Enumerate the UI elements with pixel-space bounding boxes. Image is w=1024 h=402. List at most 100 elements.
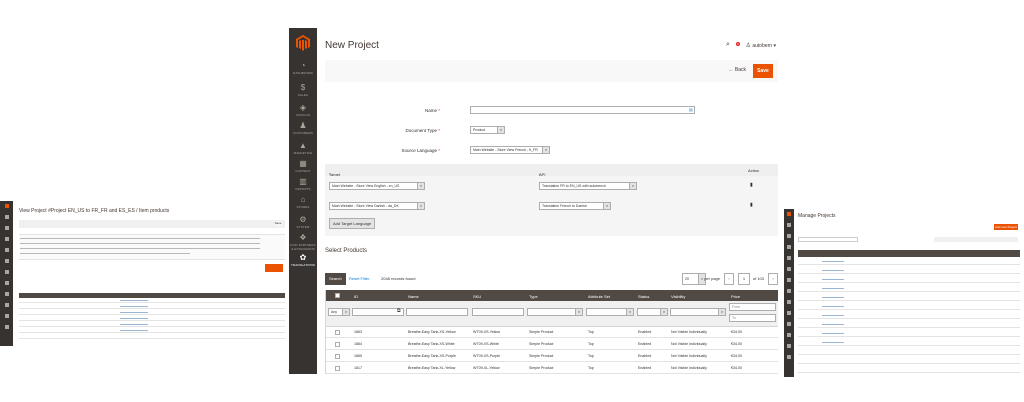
magento-logo-icon[interactable]	[296, 35, 310, 51]
cell-id: 1865	[354, 354, 362, 358]
table-row	[19, 322, 285, 327]
api-template-select[interactable]: Translation FR to EN_US with autobench ▾	[539, 182, 637, 190]
page-count: of 103	[752, 276, 764, 281]
target-language-select[interactable]: Main Website - Store View English - en_U…	[329, 182, 425, 190]
edit-icon[interactable]: ▤	[689, 107, 693, 112]
sidebar-item-sales[interactable]: $ SALES	[289, 84, 317, 98]
puzzle-icon: ❖	[299, 233, 307, 242]
row-checkbox[interactable]	[335, 330, 340, 335]
cell-sku: WT09-XS-White	[473, 342, 499, 346]
row-checkbox[interactable]	[335, 342, 340, 347]
filter-status-select[interactable]: ▾	[637, 308, 668, 316]
back-button[interactable]: ← Back	[728, 67, 746, 73]
table-row[interactable]: 1864 Breathe-Easy Tank-XS-White WT09-XS-…	[326, 339, 778, 350]
column-visibility[interactable]: Visibility	[671, 294, 685, 299]
mini-nav-item	[784, 223, 794, 231]
sidebar-item-marketing[interactable]: ▲ MARKETING	[289, 142, 317, 156]
sidebar-item-translations[interactable]: ✿ TRANSLATIONS	[289, 254, 317, 268]
name-label: Name *	[425, 108, 440, 113]
mini-nav-item	[784, 333, 794, 341]
column-status[interactable]: Status	[638, 294, 649, 299]
row-checkbox[interactable]	[335, 354, 340, 359]
column-attribute-set[interactable]: Attribute Set	[588, 294, 610, 299]
sidebar-item-reports[interactable]: ▥ REPORTS	[289, 178, 317, 192]
left-mini-save-button[interactable]: Save	[274, 221, 282, 226]
filter-name-input[interactable]	[406, 308, 468, 316]
row-checkbox[interactable]	[335, 366, 340, 371]
gear-icon: ⚙	[299, 215, 307, 224]
mini-link-text	[120, 318, 148, 319]
back-label: Back	[734, 67, 746, 73]
cell-name: Breathe-Easy Tank-XS-White	[408, 342, 455, 346]
right-mini-add-button[interactable]: Add new Project	[994, 224, 1018, 230]
page-input[interactable]: 1	[738, 273, 750, 285]
sidebar-item-catalog[interactable]: ◈ CATALOG	[289, 104, 317, 118]
table-row	[19, 334, 285, 339]
name-field[interactable]	[470, 106, 695, 114]
filter-icon[interactable]: ⧉	[397, 308, 401, 314]
filter-price-to[interactable]: To	[729, 314, 776, 322]
filter-price-from[interactable]: From	[729, 303, 776, 311]
filter-type-select[interactable]: ▾	[527, 308, 583, 316]
column-id[interactable]: ID	[354, 294, 358, 299]
search-icon[interactable]: ⌕	[726, 41, 730, 49]
cell-type: Simple Product	[529, 330, 554, 334]
user-name: autobern	[752, 42, 773, 49]
api-template-select[interactable]: Translation French to Danish ▾	[539, 202, 611, 210]
filter-visibility-select[interactable]: ▾	[670, 308, 726, 316]
mini-link-text	[120, 300, 148, 301]
table-row[interactable]: 1865 Breathe-Easy Tank-XS-Purple WT09-XS…	[326, 351, 778, 362]
save-button[interactable]: Save	[753, 64, 773, 78]
api-template-value: Translation FR to EN_US with autobench	[542, 184, 606, 188]
reset-filter-link[interactable]: Reset Filter	[349, 276, 369, 281]
notifications[interactable]: ♪4	[735, 42, 740, 48]
target-language-select[interactable]: Main Website - Store View Danish - da_DK…	[329, 202, 425, 210]
next-page-button[interactable]: ›	[768, 273, 778, 285]
left-mini-action-bar	[19, 220, 285, 228]
left-mini-orange-button[interactable]	[265, 264, 283, 272]
prev-page-button[interactable]: ‹	[724, 273, 734, 285]
mini-link-text	[120, 312, 148, 313]
filter-attribute-set-select[interactable]: ▾	[586, 308, 634, 316]
sidebar-item-system[interactable]: ⚙ SYSTEM	[289, 216, 317, 230]
column-sku[interactable]: SKU	[473, 294, 481, 299]
search-button[interactable]: Search	[325, 273, 346, 285]
price-to-placeholder: To	[732, 316, 736, 320]
per-page-select[interactable]: 20 ▾	[682, 273, 706, 285]
page-title: New Project	[325, 40, 379, 51]
mini-nav-item	[784, 278, 794, 286]
sidebar-item-stores[interactable]: ⌂ STORES	[289, 196, 317, 210]
sidebar-item-content[interactable]: ▦ CONTENT	[289, 160, 317, 174]
mini-link-text	[120, 330, 148, 331]
column-type[interactable]: Type	[529, 294, 538, 299]
source-language-select[interactable]: Main Website - Store View French - fr_FR…	[470, 146, 550, 154]
select-all-checkbox[interactable]	[335, 293, 340, 298]
right-mini-title: Manage Projects	[798, 213, 836, 219]
mini-nav-item	[784, 256, 794, 264]
chevron-down-icon: ▾	[718, 309, 725, 315]
sidebar-item-customers[interactable]: ♟ CUSTOMERS	[289, 122, 317, 136]
mini-link-text	[120, 306, 148, 307]
filter-sku-input[interactable]	[472, 308, 524, 316]
sidebar-item-dashboard[interactable]: ◔ DASHBOARD	[289, 62, 317, 76]
document-type-select[interactable]: Product ▾	[470, 126, 505, 134]
column-price[interactable]: Price	[731, 294, 740, 299]
grid-filters: Any ▾ ⧉ ▾ ▾ ▾ ▾ From To	[326, 301, 778, 327]
table-row[interactable]: 1817 Breathe-Easy Tank-XL-Yellow WT09-XL…	[326, 363, 778, 374]
trash-icon[interactable]: ▮	[750, 183, 754, 188]
add-target-language-button[interactable]: Add Target Language	[329, 218, 376, 229]
column-name[interactable]: Name	[408, 294, 419, 299]
chevron-down-icon: ▾	[497, 127, 504, 133]
sidebar-item-label: STORES	[296, 205, 310, 209]
trash-icon[interactable]: ▮	[750, 203, 754, 208]
sidebar-item-partners[interactable]: ❖ FIND PARTNERS & EXTENSIONS	[289, 234, 317, 251]
table-row	[19, 298, 285, 303]
chevron-down-icon: ▾	[660, 309, 667, 315]
mini-nav-item	[784, 245, 794, 253]
sidebar-item-label: DASHBOARD	[293, 71, 313, 75]
filter-any-select[interactable]: Any ▾	[328, 308, 350, 316]
sidebar-item-label: FIND PARTNERS & EXTENSIONS	[290, 243, 316, 251]
table-row[interactable]: 1863 Breathe-Easy Tank-XS-Yellow WT09-XS…	[326, 327, 778, 338]
name-label-text: Name	[424, 108, 437, 113]
user-menu[interactable]: ♙ autobern ▾	[746, 42, 776, 49]
